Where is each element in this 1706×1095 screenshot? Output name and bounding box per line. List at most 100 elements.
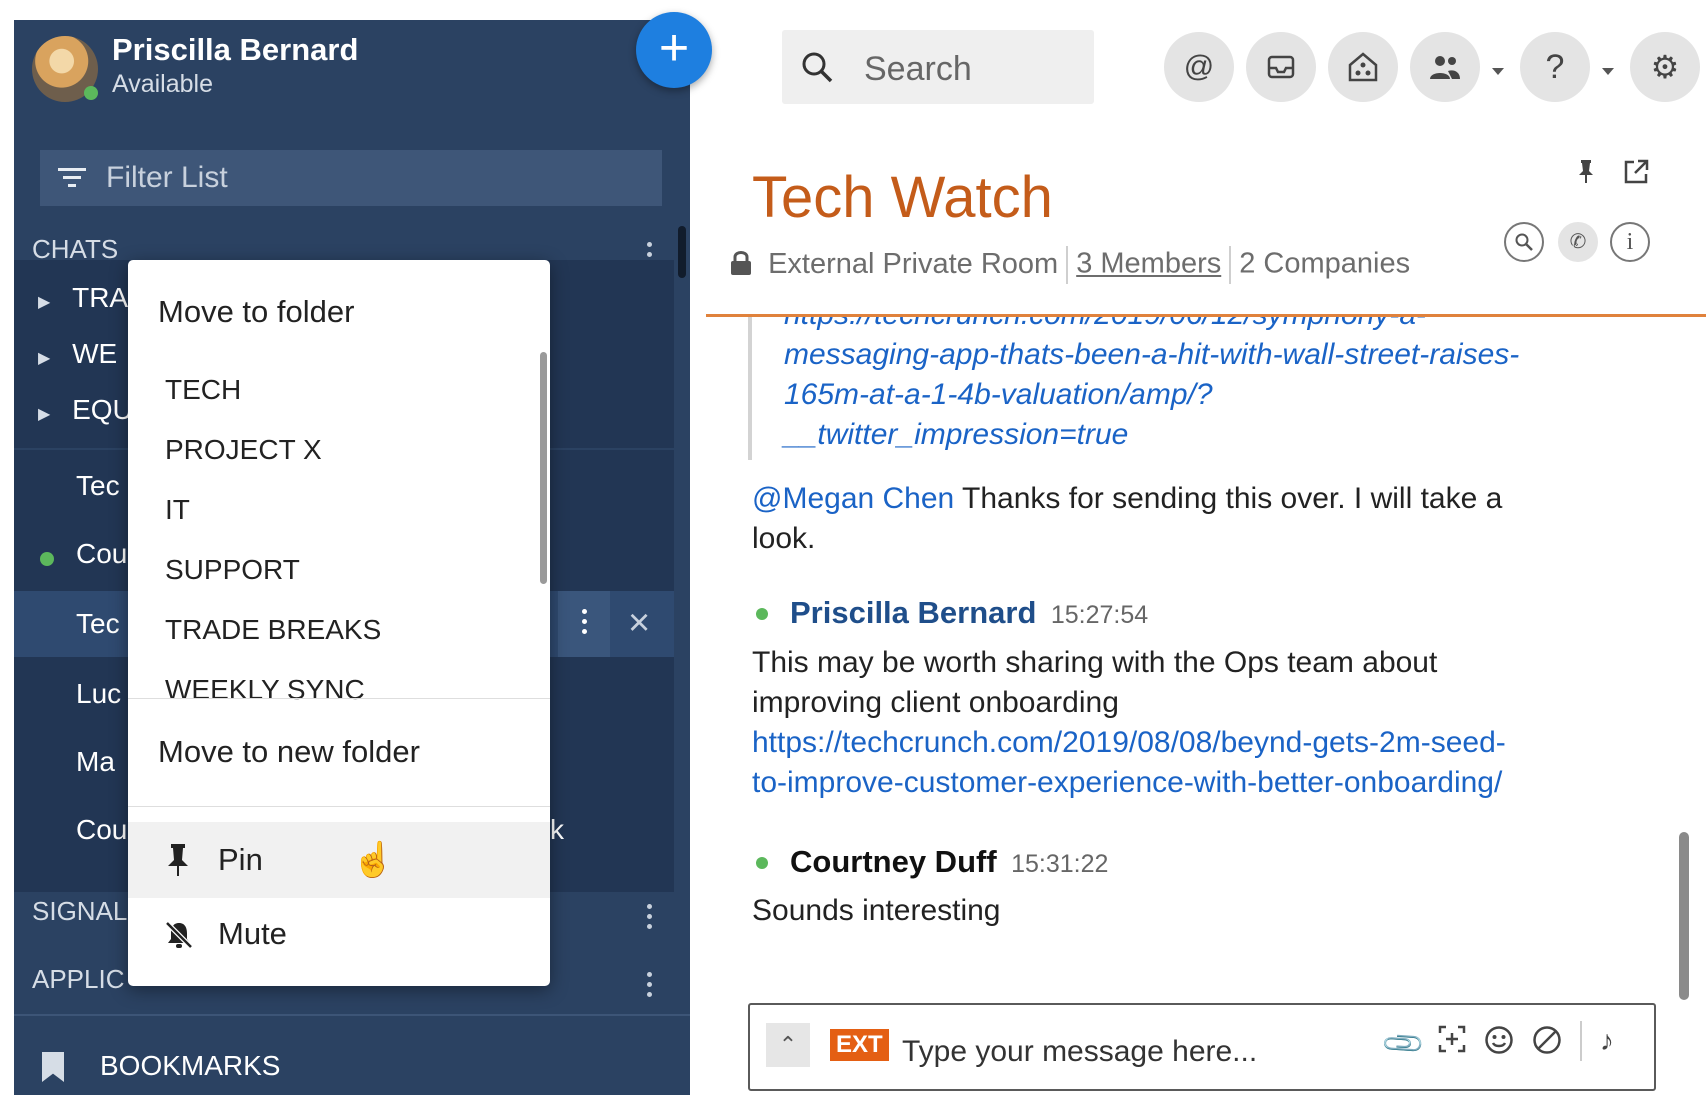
help-icon[interactable]: ?	[1520, 32, 1590, 102]
menu-divider	[128, 806, 550, 807]
applications-more-icon[interactable]	[644, 972, 654, 1002]
folder-label: EQU	[72, 394, 133, 425]
chat-row[interactable]: Tec	[76, 608, 120, 640]
hand-cursor-icon: ☝	[352, 841, 395, 879]
mute-label[interactable]: Mute	[218, 916, 287, 952]
context-menu: Move to folder TECH PROJECT X IT SUPPORT…	[128, 260, 550, 986]
at-icon[interactable]: @	[1164, 32, 1234, 102]
chat-row-more-button[interactable]	[558, 591, 610, 657]
bookmarks-link[interactable]: BOOKMARKS	[100, 1050, 280, 1082]
folder-row[interactable]: ▶ TRA	[38, 282, 128, 314]
message-list: https://techcrunch.com/2019/06/12/sympho…	[690, 317, 1706, 997]
sender-name[interactable]: Courtney Duff	[790, 844, 997, 879]
pin-option[interactable]	[128, 822, 550, 898]
search-input[interactable]: Search	[782, 30, 1094, 104]
room-search-icon[interactable]	[1504, 222, 1544, 262]
folder-row[interactable]: ▶ EQU	[38, 394, 133, 426]
signals-more-icon[interactable]	[644, 904, 654, 934]
applications-section-header[interactable]: APPLIC	[32, 964, 125, 995]
folder-options-list: TECH PROJECT X IT SUPPORT TRADE BREAKS W…	[128, 350, 550, 770]
filter-list-input[interactable]: Filter List	[40, 150, 662, 206]
attachment-icon[interactable]: 📎	[1379, 1020, 1427, 1068]
message-text: @Megan Chen Thanks for sending this over…	[752, 482, 1503, 555]
settings-icon[interactable]: ⚙	[1630, 32, 1700, 102]
chevron-down-icon[interactable]	[1602, 68, 1614, 75]
quoted-link[interactable]: https://techcrunch.com/2019/06/12/sympho…	[784, 317, 1519, 455]
folder-option[interactable]: IT	[165, 494, 190, 526]
message-time: 15:31:22	[1011, 850, 1109, 878]
signal-icon[interactable]	[1328, 32, 1398, 102]
move-to-new-folder-option[interactable]: Move to new folder	[158, 734, 420, 770]
message-time: 15:27:54	[1050, 601, 1149, 629]
room-subtitle: External Private Room 3 Members 2 Companie…	[730, 246, 1410, 284]
message-text: This may be worth sharing with the Ops t…	[752, 643, 1506, 803]
presence-indicator	[756, 857, 768, 869]
filter-icon	[58, 168, 86, 187]
chat-row[interactable]: Tec	[76, 470, 120, 502]
signals-section-header[interactable]: SIGNAL	[32, 896, 127, 927]
folder-row[interactable]: ▶ WE	[38, 338, 117, 370]
presence-indicator	[40, 552, 54, 566]
caret-right-icon: ▶	[38, 294, 51, 311]
menu-scrollbar[interactable]	[540, 352, 547, 584]
menu-divider	[128, 698, 550, 699]
pin-icon[interactable]	[1578, 160, 1594, 184]
quote-bar	[748, 317, 752, 460]
message-header: Priscilla Bernard 15:27:54	[790, 595, 1148, 631]
composer-divider	[1580, 1021, 1582, 1061]
mute-icon	[165, 921, 193, 949]
chat-row[interactable]: Luc	[76, 678, 121, 710]
pin-icon	[168, 844, 188, 876]
user-status[interactable]: Available	[112, 70, 213, 99]
folder-option[interactable]: SUPPORT	[165, 554, 300, 586]
search-placeholder: Search	[864, 50, 972, 88]
sender-name[interactable]: Priscilla Bernard	[790, 595, 1036, 630]
disable-icon[interactable]	[1532, 1025, 1562, 1062]
phone-icon[interactable]: ✆	[1558, 222, 1598, 262]
chevron-down-icon[interactable]	[1492, 68, 1504, 75]
pin-label: Pin	[218, 842, 263, 877]
folder-label: WE	[72, 338, 118, 369]
sidebar-scrollbar[interactable]	[678, 226, 686, 278]
room-title: Tech Watch	[752, 165, 1053, 230]
filter-placeholder: Filter List	[106, 161, 228, 194]
popout-icon[interactable]	[1622, 158, 1650, 186]
message-composer[interactable]: ⌃ EXT Type your message here... 📎 ♪	[748, 1003, 1656, 1091]
bookmark-icon	[42, 1052, 64, 1082]
search-icon	[802, 52, 833, 83]
members-link[interactable]: 3 Members	[1076, 248, 1221, 280]
folder-option[interactable]: TECH	[165, 374, 241, 406]
screenshot-icon[interactable]	[1438, 1025, 1466, 1060]
room-type: External Private Room	[768, 247, 1059, 280]
caret-right-icon: ▶	[38, 350, 51, 367]
people-icon[interactable]	[1410, 32, 1480, 102]
presence-indicator	[84, 86, 98, 100]
message-header: Courtney Duff 15:31:22	[790, 844, 1108, 880]
companies-label: 2 Companies	[1239, 247, 1411, 280]
folder-option[interactable]: WEEKLY SYNC	[165, 674, 365, 706]
message-input[interactable]: Type your message here...	[902, 1035, 1257, 1069]
inbox-icon[interactable]	[1246, 32, 1316, 102]
folder-option[interactable]: TRADE BREAKS	[165, 614, 381, 646]
external-badge: EXT	[830, 1029, 889, 1061]
chat-row[interactable]: Cou	[76, 538, 127, 570]
presence-indicator	[756, 608, 768, 620]
user-name: Priscilla Bernard	[112, 32, 359, 67]
caret-right-icon: ▶	[38, 406, 51, 423]
chat-row-tail: k	[550, 814, 564, 845]
message-link[interactable]: https://techcrunch.com/2019/08/08/beynd-…	[752, 723, 1506, 803]
folder-option[interactable]: PROJECT X	[165, 434, 322, 466]
chat-row[interactable]: Cou	[76, 814, 127, 846]
move-to-folder-title: Move to folder	[158, 294, 355, 329]
message-text: Sounds interesting	[752, 894, 1001, 927]
message-scrollbar[interactable]	[1679, 832, 1689, 1000]
music-note-icon[interactable]: ♪	[1600, 1025, 1614, 1057]
chat-row[interactable]: Ma	[76, 746, 115, 778]
expand-composer-button[interactable]: ⌃	[766, 1023, 810, 1067]
emoji-icon[interactable]	[1484, 1025, 1514, 1062]
new-conversation-button[interactable]: +	[636, 12, 712, 88]
close-icon[interactable]: ×	[628, 602, 650, 645]
info-icon[interactable]: i	[1610, 222, 1650, 262]
mention-link[interactable]: @Megan Chen	[752, 482, 954, 515]
folder-label: TRA	[72, 282, 129, 313]
